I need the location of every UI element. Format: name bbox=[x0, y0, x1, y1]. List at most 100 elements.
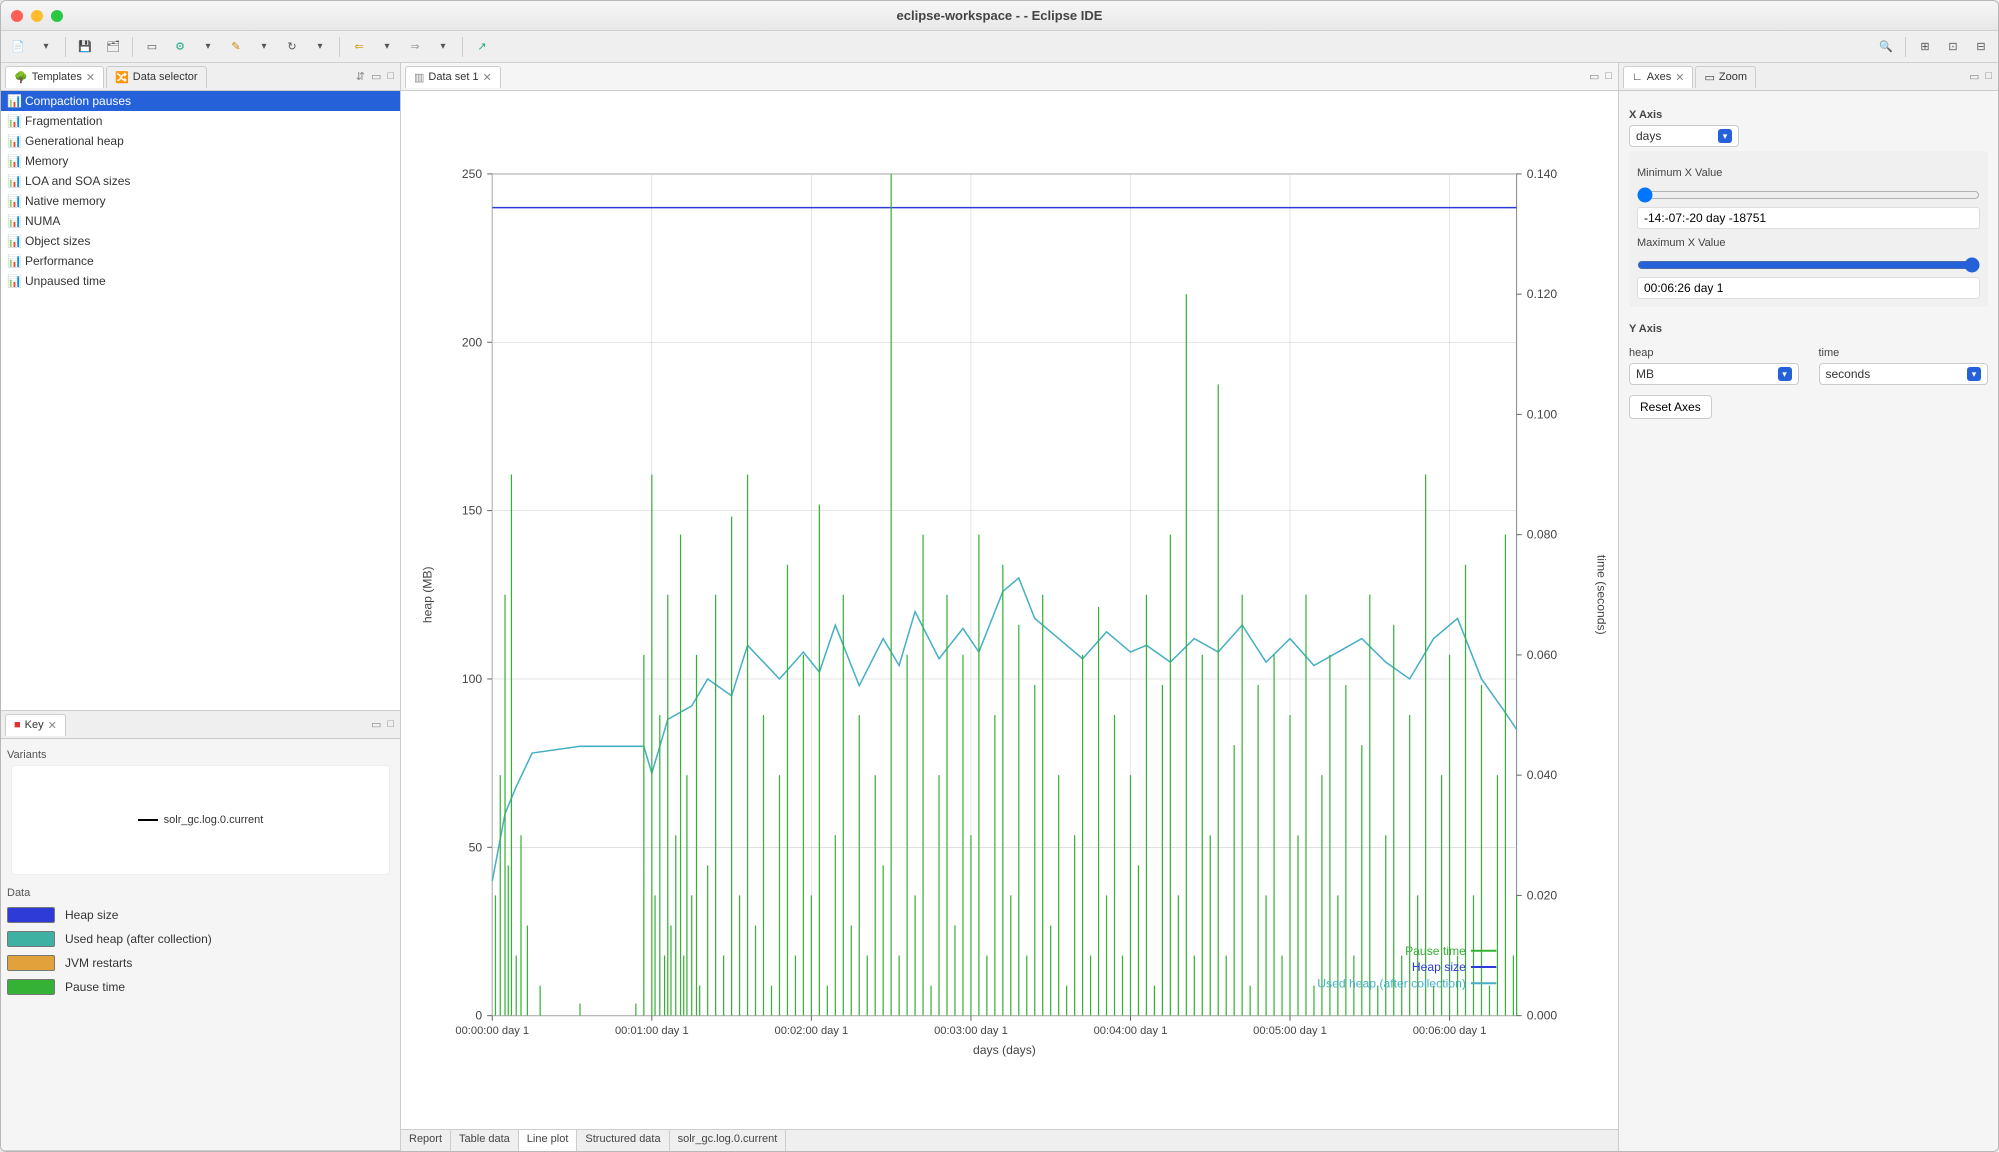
main-toolbar: 📄 ▾ 💾 🗂 ▭ ⚙ ▾ ✎ ▾ ↻ ▾ ⇐ ▾ ⇒ ▾ ↗ 🔍 ⊞ ⊡ ⊟ bbox=[1, 31, 1998, 63]
svg-text:heap (MB): heap (MB) bbox=[420, 566, 434, 623]
perspective2-icon[interactable]: ⊡ bbox=[1942, 36, 1964, 58]
back-icon[interactable]: ⇐ bbox=[348, 36, 370, 58]
dropdown-icon[interactable]: ▾ bbox=[376, 36, 398, 58]
forward-icon[interactable]: ⇒ bbox=[404, 36, 426, 58]
key-tab[interactable]: ■ Key ✕ bbox=[5, 714, 66, 736]
save-icon[interactable]: 💾 bbox=[74, 36, 96, 58]
variant-box: solr_gc.log.0.current bbox=[11, 765, 390, 875]
template-icon: 📊 bbox=[7, 274, 21, 288]
svg-text:time (seconds): time (seconds) bbox=[1595, 555, 1609, 635]
maximize-view-icon[interactable]: □ bbox=[387, 718, 394, 731]
maximize-window-icon[interactable] bbox=[51, 10, 63, 22]
heap-label: heap bbox=[1629, 347, 1799, 359]
close-icon[interactable]: ✕ bbox=[48, 719, 57, 732]
template-icon: 📊 bbox=[7, 234, 21, 248]
templates-tree[interactable]: 📊Compaction pauses📊Fragmentation📊Generat… bbox=[1, 91, 400, 710]
svg-text:100: 100 bbox=[462, 672, 483, 686]
minimize-view-icon[interactable]: ▭ bbox=[371, 718, 381, 731]
svg-text:00:00:00 day 1: 00:00:00 day 1 bbox=[455, 1025, 529, 1037]
bottom-tab[interactable]: Table data bbox=[451, 1130, 519, 1151]
run-icon[interactable]: ⚙ bbox=[169, 36, 191, 58]
heap-unit-select[interactable]: MB▾ bbox=[1629, 363, 1799, 385]
dropdown-icon[interactable]: ▾ bbox=[253, 36, 275, 58]
template-item[interactable]: 📊Generational heap bbox=[1, 131, 400, 151]
svg-text:days (days): days (days) bbox=[973, 1043, 1036, 1057]
legend-row[interactable]: Used heap (after collection) bbox=[7, 927, 394, 951]
svg-text:0.140: 0.140 bbox=[1527, 167, 1558, 181]
new-icon[interactable]: 📄 bbox=[7, 36, 29, 58]
max-x-input[interactable] bbox=[1637, 277, 1980, 299]
data-selector-tab[interactable]: 🔀 Data selector bbox=[106, 66, 207, 88]
color-swatch bbox=[7, 979, 55, 995]
svg-text:00:04:00 day 1: 00:04:00 day 1 bbox=[1094, 1025, 1168, 1037]
wand-icon[interactable]: ✎ bbox=[225, 36, 247, 58]
bottom-tab[interactable]: Structured data bbox=[577, 1130, 669, 1151]
template-item[interactable]: 📊LOA and SOA sizes bbox=[1, 171, 400, 191]
perspective-icon[interactable]: ⊞ bbox=[1914, 36, 1936, 58]
svg-text:00:06:00 day 1: 00:06:00 day 1 bbox=[1413, 1025, 1487, 1037]
link-icon[interactable]: ⇵ bbox=[356, 70, 365, 83]
minimize-view-icon[interactable]: ▭ bbox=[1969, 70, 1979, 83]
chevron-down-icon: ▾ bbox=[1967, 367, 1981, 381]
template-item[interactable]: 📊Native memory bbox=[1, 191, 400, 211]
close-icon[interactable]: ✕ bbox=[483, 71, 492, 84]
template-item[interactable]: 📊Performance bbox=[1, 251, 400, 271]
template-icon: 📊 bbox=[7, 114, 21, 128]
tree-icon: 🌳 bbox=[14, 71, 28, 84]
dropdown-icon[interactable]: ▾ bbox=[432, 36, 454, 58]
chevron-down-icon: ▾ bbox=[1718, 129, 1732, 143]
search-icon[interactable]: 🔍 bbox=[1875, 36, 1897, 58]
legend-row[interactable]: JVM restarts bbox=[7, 951, 394, 975]
template-item[interactable]: 📊Memory bbox=[1, 151, 400, 171]
axes-tab[interactable]: ∟ Axes ✕ bbox=[1623, 66, 1693, 88]
axes-icon: ∟ bbox=[1632, 71, 1643, 83]
perspective3-icon[interactable]: ⊟ bbox=[1970, 36, 1992, 58]
close-icon[interactable]: ✕ bbox=[1675, 71, 1684, 84]
export-icon[interactable]: ↗ bbox=[471, 36, 493, 58]
template-icon: 📊 bbox=[7, 214, 21, 228]
dropdown-icon[interactable]: ▾ bbox=[309, 36, 331, 58]
template-icon: 📊 bbox=[7, 134, 21, 148]
template-item[interactable]: 📊Fragmentation bbox=[1, 111, 400, 131]
close-window-icon[interactable] bbox=[11, 10, 23, 22]
template-item[interactable]: 📊NUMA bbox=[1, 211, 400, 231]
line-sample-icon bbox=[138, 819, 158, 821]
template-item[interactable]: 📊Object sizes bbox=[1, 231, 400, 251]
max-x-slider[interactable] bbox=[1637, 257, 1980, 273]
toggle-icon[interactable]: ▭ bbox=[141, 36, 163, 58]
template-item[interactable]: 📊Unpaused time bbox=[1, 271, 400, 291]
minimize-view-icon[interactable]: ▭ bbox=[371, 70, 381, 83]
x-axis-heading: X Axis bbox=[1629, 109, 1988, 121]
time-unit-select[interactable]: seconds▾ bbox=[1819, 363, 1989, 385]
template-item[interactable]: 📊Compaction pauses bbox=[1, 91, 400, 111]
editor-tab[interactable]: ▥ Data set 1 ✕ bbox=[405, 66, 501, 88]
maximize-view-icon[interactable]: □ bbox=[387, 70, 394, 83]
color-swatch bbox=[7, 931, 55, 947]
maximize-view-icon[interactable]: □ bbox=[1605, 70, 1612, 83]
x-unit-select[interactable]: days▾ bbox=[1629, 125, 1739, 147]
bottom-tab[interactable]: Line plot bbox=[519, 1130, 578, 1151]
refresh-icon[interactable]: ↻ bbox=[281, 36, 303, 58]
min-x-slider[interactable] bbox=[1637, 187, 1980, 203]
document-icon: ▥ bbox=[414, 71, 424, 84]
save-all-icon[interactable]: 🗂 bbox=[102, 36, 124, 58]
data-label: Data bbox=[7, 887, 394, 899]
close-icon[interactable]: ✕ bbox=[86, 71, 95, 84]
templates-tab[interactable]: 🌳 Templates ✕ bbox=[5, 66, 104, 88]
legend-row[interactable]: Heap size bbox=[7, 903, 394, 927]
dropdown-icon[interactable]: ▾ bbox=[197, 36, 219, 58]
dropdown-icon[interactable]: ▾ bbox=[35, 36, 57, 58]
svg-text:Heap size: Heap size bbox=[1412, 960, 1466, 974]
minimize-view-icon[interactable]: ▭ bbox=[1589, 70, 1599, 83]
selector-icon: 🔀 bbox=[115, 71, 129, 84]
svg-text:Pause time: Pause time bbox=[1405, 944, 1466, 958]
reset-axes-button[interactable]: Reset Axes bbox=[1629, 395, 1712, 419]
legend-row[interactable]: Pause time bbox=[7, 975, 394, 999]
zoom-tab[interactable]: ▭ Zoom bbox=[1695, 66, 1756, 88]
bottom-tab[interactable]: Report bbox=[401, 1130, 451, 1151]
maximize-view-icon[interactable]: □ bbox=[1985, 70, 1992, 83]
window-title: eclipse-workspace - - Eclipse IDE bbox=[1, 8, 1998, 23]
minimize-window-icon[interactable] bbox=[31, 10, 43, 22]
bottom-tab[interactable]: solr_gc.log.0.current bbox=[670, 1130, 787, 1151]
min-x-input[interactable] bbox=[1637, 207, 1980, 229]
